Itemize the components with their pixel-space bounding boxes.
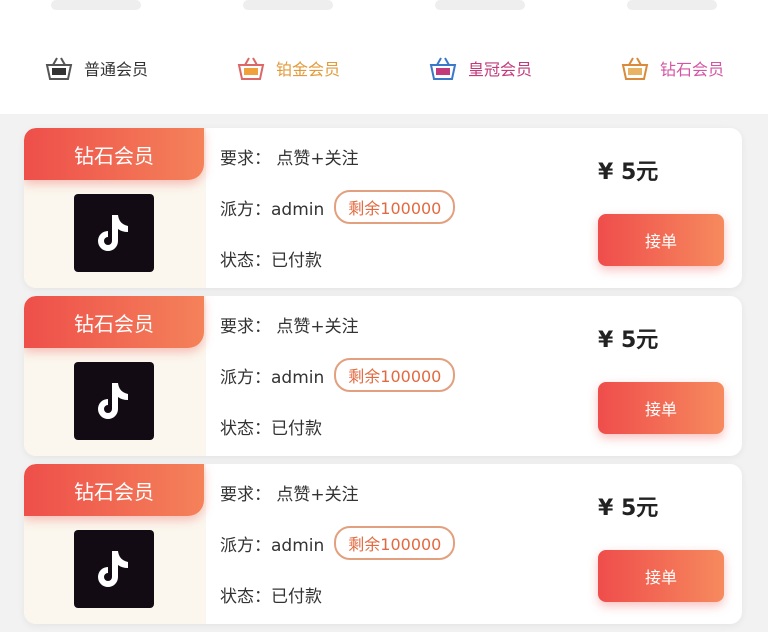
basket-icon <box>45 57 73 80</box>
accept-order-button[interactable]: 接单 <box>598 550 724 602</box>
card-left-panel: 钻石会员 <box>24 128 206 288</box>
card-info: 要求： 点赞+关注 派方：admin 剩余100000 状态：已付款 <box>220 296 580 456</box>
truncated-header-item <box>627 0 717 10</box>
member-badge: 钻石会员 <box>24 464 204 516</box>
price-label: ¥ 5元 <box>598 328 659 353</box>
membership-tabs: 普通会员 铂金会员 皇冠会员 钻石会员 <box>0 46 768 90</box>
order-list: 钻石会员 要求： 点赞+关注 派方：admin 剩余100000 状态：已付款 … <box>24 128 742 632</box>
dispatcher-row: 派方：admin 剩余100000 <box>220 526 456 560</box>
dispatcher-row: 派方：admin 剩余100000 <box>220 358 456 392</box>
order-card: 钻石会员 要求： 点赞+关注 派方：admin 剩余100000 状态：已付款 … <box>24 296 742 456</box>
dispatcher-text: 派方：admin <box>220 199 325 220</box>
tab-regular-member[interactable]: 普通会员 <box>0 46 192 90</box>
tab-diamond-member[interactable]: 钻石会员 <box>576 46 768 90</box>
basket-icon <box>237 57 265 80</box>
requirement-text: 要求： 点赞+关注 <box>220 485 359 505</box>
requirement-text: 要求： 点赞+关注 <box>220 317 359 337</box>
truncated-header-row <box>0 0 768 14</box>
tiktok-icon <box>74 194 154 272</box>
tab-label: 铂金会员 <box>275 60 340 79</box>
dispatcher-text: 派方：admin <box>220 535 325 556</box>
basket-icon <box>621 57 649 80</box>
card-left-panel: 钻石会员 <box>24 296 206 456</box>
order-card: 钻石会员 要求： 点赞+关注 派方：admin 剩余100000 状态：已付款 … <box>24 464 742 624</box>
member-badge: 钻石会员 <box>24 128 204 180</box>
accept-order-button[interactable]: 接单 <box>598 214 724 266</box>
order-card: 钻石会员 要求： 点赞+关注 派方：admin 剩余100000 状态：已付款 … <box>24 128 742 288</box>
status-text: 状态：已付款 <box>220 587 322 607</box>
top-bar: 普通会员 铂金会员 皇冠会员 钻石会员 <box>0 0 768 114</box>
status-text: 状态：已付款 <box>220 419 322 439</box>
status-text: 状态：已付款 <box>220 251 322 271</box>
tab-platinum-member[interactable]: 铂金会员 <box>192 46 384 90</box>
truncated-header-item <box>51 0 141 10</box>
tab-label: 钻石会员 <box>659 60 724 79</box>
requirement-text: 要求： 点赞+关注 <box>220 149 359 169</box>
card-info: 要求： 点赞+关注 派方：admin 剩余100000 状态：已付款 <box>220 128 580 288</box>
member-badge: 钻石会员 <box>24 296 204 348</box>
dispatcher-row: 派方：admin 剩余100000 <box>220 190 456 224</box>
truncated-header-item <box>435 0 525 10</box>
tab-label: 普通会员 <box>83 60 148 79</box>
basket-icon <box>429 57 457 80</box>
card-info: 要求： 点赞+关注 派方：admin 剩余100000 状态：已付款 <box>220 464 580 624</box>
price-label: ¥ 5元 <box>598 496 659 521</box>
remaining-badge: 剩余100000 <box>334 526 456 560</box>
card-left-panel: 钻石会员 <box>24 464 206 624</box>
dispatcher-text: 派方：admin <box>220 367 325 388</box>
remaining-badge: 剩余100000 <box>334 358 456 392</box>
tiktok-icon <box>74 362 154 440</box>
price-label: ¥ 5元 <box>598 160 659 185</box>
tiktok-icon <box>74 530 154 608</box>
tab-label: 皇冠会员 <box>467 60 532 79</box>
tab-crown-member[interactable]: 皇冠会员 <box>384 46 576 90</box>
remaining-badge: 剩余100000 <box>334 190 456 224</box>
truncated-header-item <box>243 0 333 10</box>
accept-order-button[interactable]: 接单 <box>598 382 724 434</box>
